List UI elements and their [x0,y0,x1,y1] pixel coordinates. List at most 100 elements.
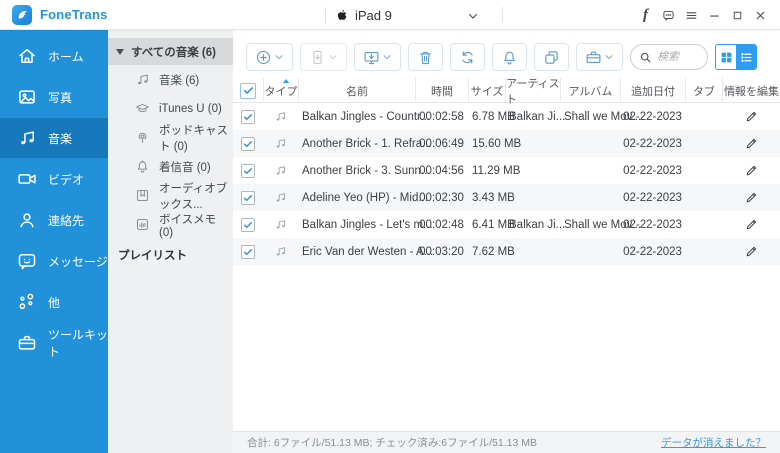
pencil-icon [745,137,758,150]
check-icon [243,248,253,255]
checkbox[interactable] [241,217,255,232]
category-item-podcast[interactable]: ポッドキャスト (0) [108,123,233,153]
audiobook-icon [135,188,150,203]
column-header[interactable]: サイズ [468,78,505,103]
search-icon [639,51,652,64]
toolbox-icon [585,49,602,66]
table-row[interactable]: Another Brick - 3. Sunn... 00:04:56 11.29 … [233,157,780,184]
maximize-button[interactable] [726,0,749,30]
toolbox-button[interactable] [576,43,623,71]
category-item-voice-memo[interactable]: ボイスメモ (0) [108,210,233,239]
column-header[interactable]: タブ [685,78,722,103]
search-input[interactable] [657,51,699,63]
add-button[interactable] [246,43,293,71]
category-item-ringtone[interactable]: 着信音 (0) [108,152,233,181]
check-icon [243,113,253,120]
column-header[interactable]: 名前 [298,78,415,103]
device-selector[interactable]: iPad 9 [325,0,503,30]
home-icon [17,46,37,66]
music-icon [17,128,37,148]
contacts-icon [17,210,37,230]
sidebar-item-toolkit[interactable]: ツールキット [0,323,108,363]
edit-info-button[interactable] [722,184,780,211]
check-icon [243,194,253,201]
music-note-icon [274,218,287,231]
artist: Balkan Ji... [509,218,566,231]
delete-button[interactable] [408,43,443,71]
table-row[interactable]: Another Brick - 1. Refra... 00:06:49 15.60… [233,130,780,157]
category-item-label: ポッドキャスト (0) [159,124,228,153]
category-items: 音楽 (6) iTunes U (0) ポッドキャスト (0) 着信音 (0) オーディ… [108,65,233,239]
column-header[interactable]: 追加日付 [620,78,685,103]
table-row[interactable]: Eric Van der Westen - A... 00:03:20 7.62 M… [233,238,780,265]
feedback-icon[interactable] [657,0,680,30]
sidebar-item-contacts[interactable]: 連絡先 [0,200,108,240]
category-item-audiobook[interactable]: オーディオブックス... [108,181,233,211]
grid-view-button[interactable] [716,45,736,69]
tab [685,130,722,157]
minimize-button[interactable] [703,0,726,30]
ringtone-maker-button[interactable] [492,43,527,71]
album [560,130,620,157]
edit-info-button[interactable] [722,130,780,157]
tab [685,103,722,130]
table-row[interactable]: Balkan Jingles - Countr... 00:02:58 6.78 M… [233,103,780,130]
date-added: 02-22-2023 [623,218,682,231]
voice-memo-icon [135,217,150,232]
sidebar-item-label: メッセージ [48,254,108,269]
checkbox[interactable] [241,163,255,178]
list-view-button[interactable] [736,45,756,69]
checkbox[interactable] [241,244,255,259]
checkbox[interactable] [241,190,255,205]
sidebar-item-music[interactable]: 音楽 [0,118,108,158]
duration: 00:03:20 [419,245,464,258]
facebook-icon[interactable]: f [634,0,657,30]
column-header[interactable]: アルバム [560,78,620,103]
table-row[interactable]: Adeline Yeo (HP) - Mid... 00:02:30 3.43 MB… [233,184,780,211]
playlist-header: プレイリスト [118,250,187,262]
duration: 00:06:49 [419,137,464,150]
category-item-label: 着信音 (0) [159,161,211,174]
sidebar-item-label: 連絡先 [48,213,85,228]
sidebar-item-photo[interactable]: 写真 [0,77,108,117]
transfer-to-pc-button[interactable] [354,43,401,71]
music-note-icon [274,137,287,150]
delete-icon [417,49,434,66]
category-item-itunes-u[interactable]: iTunes U (0) [108,94,233,123]
sidebar-item-message[interactable]: メッセージ [0,241,108,281]
checkbox[interactable] [240,82,256,99]
table-header: タイプ 名前 時間 サイズ アーティスト アルバム 追加日付 タブ 情報を編集 [233,78,780,106]
message-icon [17,251,37,271]
duration: 00:02:58 [419,110,464,123]
column-header[interactable]: 時間 [415,78,468,103]
table-row[interactable]: Balkan Jingles - Let's m... 00:02:48 6.41 … [233,211,780,238]
column-header[interactable]: 情報を編集 [722,78,780,103]
edit-info-button[interactable] [722,157,780,184]
song-name: Balkan Jingles - Let's m... [302,218,433,231]
sidebar-item-video[interactable]: ビデオ [0,159,108,199]
data-lost-help-link[interactable]: データが消えました？ [661,435,766,450]
select-all-checkbox-cell [233,78,263,103]
category-item-music-note[interactable]: 音楽 (6) [108,65,233,94]
backup-button[interactable] [534,43,569,71]
menu-icon[interactable] [680,0,703,30]
edit-info-button[interactable] [722,238,780,265]
close-button[interactable] [749,0,772,30]
sidebar-item-home[interactable]: ホーム [0,36,108,76]
search-box[interactable] [630,44,708,70]
file-size: 3.43 MB [472,191,515,204]
edit-info-button[interactable] [722,103,780,130]
column-header[interactable]: アーティスト [505,78,560,106]
chevron-down-icon [274,52,284,62]
checkbox[interactable] [241,109,255,124]
photo-icon [17,87,37,107]
edit-info-button[interactable] [722,211,780,238]
sidebar-item-other[interactable]: 他 [0,282,108,322]
status-bar: 合計: 6ファイル/51.13 MB; チェック済み:6ファイル/51.13 M… [233,431,780,453]
refresh-button[interactable] [450,43,485,71]
chevron-down-icon [604,52,614,62]
category-item-label: ボイスメモ (0) [159,213,217,239]
category-header-all-music[interactable]: すべての音楽 (6) [108,38,233,65]
checkbox[interactable] [241,136,255,151]
column-header[interactable]: タイプ [263,78,298,103]
